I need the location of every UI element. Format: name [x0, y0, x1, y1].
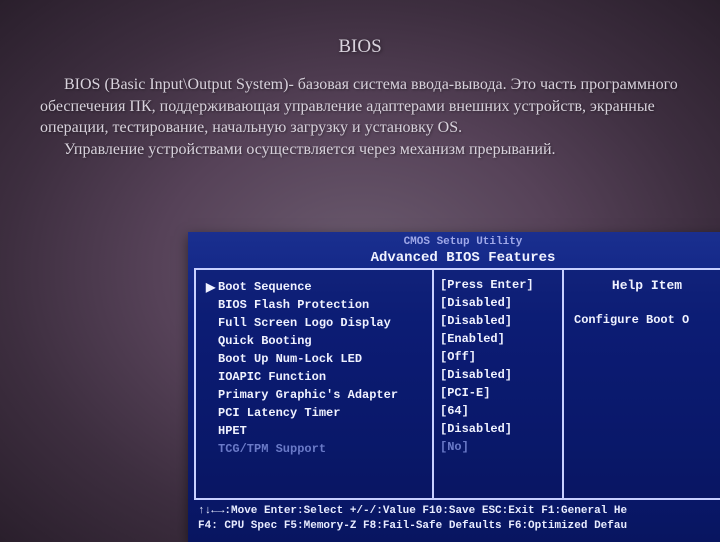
bios-item-label: PCI Latency Timer	[218, 406, 340, 420]
bios-header-top: CMOS Setup Utility	[188, 234, 720, 248]
page-title: BIOS	[0, 0, 720, 74]
bios-item-hpet[interactable]: HPET	[206, 422, 422, 440]
bios-value[interactable]: [PCI-E]	[440, 386, 556, 404]
bios-value[interactable]: [Disabled]	[440, 368, 556, 386]
help-text: Configure Boot O	[574, 313, 720, 327]
bios-item-primary-graphics[interactable]: Primary Graphic's Adapter	[206, 386, 422, 404]
bios-value[interactable]: [Disabled]	[440, 314, 556, 332]
body-text: BIOS (Basic Input\Output System)- базова…	[0, 74, 720, 160]
bios-item-tpm: TCG/TPM Support	[206, 440, 422, 458]
bios-item-numlock-led[interactable]: Boot Up Num-Lock LED	[206, 350, 422, 368]
bios-header-main: Advanced BIOS Features	[188, 248, 720, 266]
bios-item-label: BIOS Flash Protection	[218, 298, 369, 312]
bios-item-flash-protection[interactable]: BIOS Flash Protection	[206, 296, 422, 314]
bios-item-full-screen-logo[interactable]: Full Screen Logo Display	[206, 314, 422, 332]
bios-value: [Press Enter]	[440, 278, 556, 296]
bios-footer: ↑↓←→:Move Enter:Select +/-/:Value F10:Sa…	[188, 500, 720, 535]
bios-header: CMOS Setup Utility Advanced BIOS Feature…	[188, 232, 720, 268]
bios-item-boot-sequence[interactable]: ▶Boot Sequence	[206, 278, 422, 296]
bios-item-label: TCG/TPM Support	[218, 442, 326, 456]
bios-item-label: Primary Graphic's Adapter	[218, 388, 398, 402]
paragraph-1: BIOS (Basic Input\Output System)- базова…	[40, 74, 680, 139]
bios-value[interactable]: [Enabled]	[440, 332, 556, 350]
bios-item-quick-booting[interactable]: Quick Booting	[206, 332, 422, 350]
bios-panels: ▶Boot Sequence BIOS Flash Protection Ful…	[194, 268, 720, 500]
bios-options-panel: ▶Boot Sequence BIOS Flash Protection Ful…	[194, 268, 434, 500]
bios-item-pci-latency[interactable]: PCI Latency Timer	[206, 404, 422, 422]
help-title: Help Item	[574, 278, 720, 293]
bios-values-panel: [Press Enter] [Disabled] [Disabled] [Ena…	[434, 268, 564, 500]
bios-item-label: Full Screen Logo Display	[218, 316, 391, 330]
bios-item-label: Quick Booting	[218, 334, 312, 348]
bios-screenshot: CMOS Setup Utility Advanced BIOS Feature…	[188, 232, 720, 542]
bios-value[interactable]: [Disabled]	[440, 422, 556, 440]
paragraph-2: Управление устройствами осуществляется ч…	[40, 139, 680, 161]
bios-value: [No]	[440, 440, 556, 458]
bios-item-label: HPET	[218, 424, 247, 438]
bios-item-label: IOAPIC Function	[218, 370, 326, 384]
footer-line-2: F4: CPU Spec F5:Memory-Z F8:Fail-Safe De…	[198, 519, 720, 534]
bios-value[interactable]: [Disabled]	[440, 296, 556, 314]
bios-item-label: Boot Sequence	[218, 280, 312, 294]
triangle-right-icon: ▶	[206, 280, 218, 295]
slide: BIOS BIOS (Basic Input\Output System)- б…	[0, 0, 720, 540]
bios-value[interactable]: [Off]	[440, 350, 556, 368]
bios-value[interactable]: [64]	[440, 404, 556, 422]
bios-help-panel: Help Item Configure Boot O	[564, 268, 720, 500]
bios-item-label: Boot Up Num-Lock LED	[218, 352, 362, 366]
bios-item-ioapic[interactable]: IOAPIC Function	[206, 368, 422, 386]
footer-line-1: ↑↓←→:Move Enter:Select +/-/:Value F10:Sa…	[198, 504, 720, 519]
bios-value-selected[interactable]: [Press Enter]	[440, 278, 534, 292]
